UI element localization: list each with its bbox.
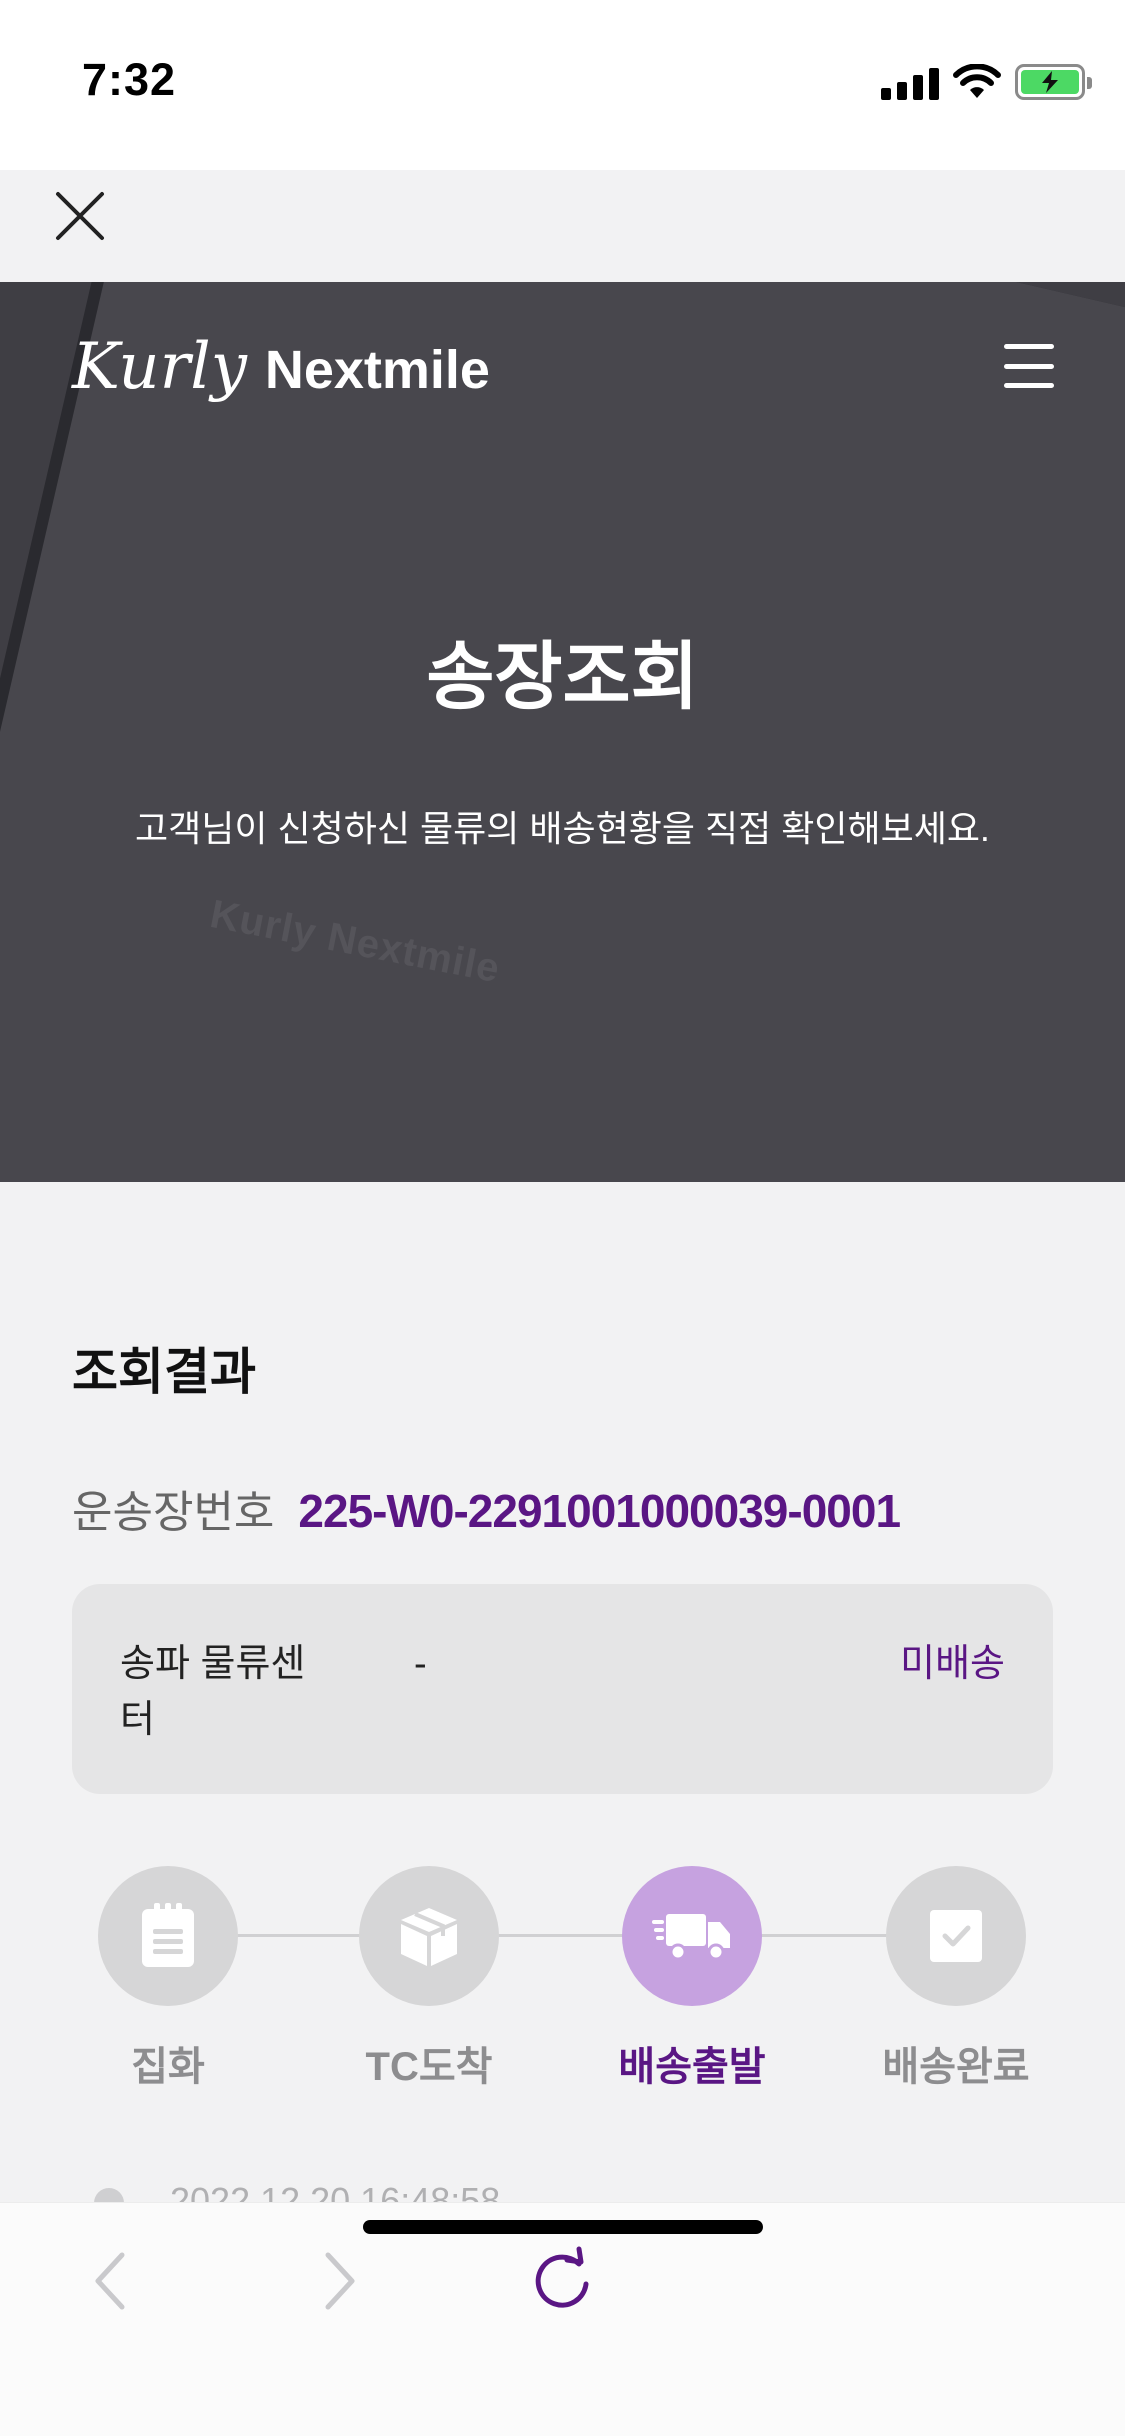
delivery-stepper: 집화 TC도착 배송출발 배송완료: [0, 1862, 1125, 2102]
brand-logo[interactable]: Kurly Nextmile: [72, 330, 490, 404]
forward-button[interactable]: [300, 2241, 380, 2321]
stepper-line: [168, 1934, 958, 1937]
brand-script: Kurly: [72, 330, 247, 404]
clipboard-icon: [142, 1903, 194, 1967]
status-icons: [881, 60, 1092, 104]
step-circle: [359, 1866, 499, 2006]
results-title: 조회결과: [72, 1344, 256, 1400]
center-value: -: [414, 1643, 427, 1685]
step-label: 배송완료: [882, 2045, 1030, 2089]
home-indicator: [363, 2220, 763, 2234]
step-circle-active: [622, 1866, 762, 2006]
hero-banner: Kurly Nextmile Kurly Nextmile 송장조회 고객님이 …: [0, 282, 1125, 1182]
center-name: 송파 물류센터: [120, 1643, 306, 1741]
step-label: 집화: [131, 2045, 205, 2089]
battery-charging-icon: [1015, 64, 1092, 100]
step-out-for-delivery: 배송출발: [618, 1866, 766, 2092]
hamburger-menu-icon[interactable]: [1004, 344, 1054, 388]
browser-toolbar: [0, 2202, 1125, 2436]
status-bar: 7:32: [0, 0, 1125, 170]
reload-button[interactable]: [522, 2241, 602, 2321]
close-icon: [56, 192, 104, 240]
checkbox-icon: [930, 1910, 982, 1962]
step-tc-arrival: TC도착: [359, 1866, 499, 2092]
status-card: 송파 물류센터 - 미배송: [72, 1584, 1053, 1794]
waybill-row: 운송장번호 225-W0-2291001000039-0001: [72, 1476, 901, 1540]
hero-background-paper: [0, 282, 1125, 1182]
step-circle: [98, 1866, 238, 2006]
wifi-icon: [953, 64, 1001, 98]
step-label: TC도착: [365, 2045, 493, 2089]
step-circle: [886, 1866, 1026, 2006]
waybill-label: 운송장번호: [72, 1488, 275, 1537]
waybill-number: 225-W0-2291001000039-0001: [298, 1485, 901, 1537]
step-pickup: 집화: [98, 1866, 238, 2092]
brand-word: Nextmile: [264, 340, 490, 400]
back-button[interactable]: [70, 2241, 150, 2321]
page-title: 송장조회: [426, 635, 699, 718]
page-subtitle: 고객님이 신청하신 물류의 배송현황을 직접 확인해보세요.: [135, 808, 990, 849]
package-box-icon: [401, 1908, 457, 1966]
step-label: 배송출발: [618, 2045, 766, 2089]
status-time: 7:32: [82, 54, 177, 105]
chevron-right-icon: [325, 2252, 355, 2310]
signal-icon: [881, 64, 939, 100]
reload-icon: [535, 2246, 589, 2308]
step-delivered: 배송완료: [882, 1866, 1030, 2092]
close-button[interactable]: [52, 188, 108, 244]
delivery-truck-icon: [652, 1914, 730, 1961]
chevron-left-icon: [95, 2252, 125, 2310]
delivery-status: 미배송: [900, 1643, 1005, 1685]
